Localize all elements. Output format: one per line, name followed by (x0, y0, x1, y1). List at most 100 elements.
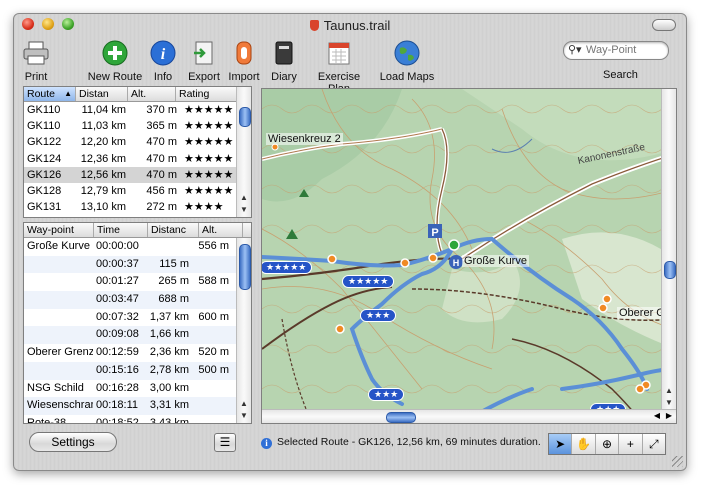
search-input[interactable] (586, 43, 662, 57)
waypoints-scrollbar[interactable]: ▲ ▼ (236, 238, 251, 423)
rating-badge[interactable]: ★★★★★ (342, 275, 395, 288)
table-cell: 456 m (146, 184, 177, 197)
table-cell (193, 256, 233, 274)
time-column-header[interactable]: Time (94, 223, 148, 237)
distance-column-header[interactable]: Distan (76, 87, 128, 101)
arrow-tool-icon[interactable]: ➤ (549, 434, 573, 454)
routes-table[interactable]: Route ▲ Distan Alt. Rating GK110 11,04 km… (23, 86, 252, 218)
table-row[interactable]: GK110 11,03 km 365 m ★★★★★ (24, 118, 251, 134)
scroll-up-arrow-icon[interactable]: ▲ (662, 385, 676, 397)
calendar-icon (324, 38, 354, 68)
hand-tool-icon[interactable]: ✋ (572, 434, 596, 454)
table-row[interactable]: GK122 12,20 km 470 m ★★★★★ (24, 134, 251, 150)
list-view-button[interactable]: ☰ (214, 433, 236, 452)
altitude-column-header[interactable]: Alt. (128, 87, 176, 101)
crosshair-tool-icon[interactable]: + (619, 434, 643, 454)
table-row[interactable]: Große Kurve 00:00:00 556 m (24, 238, 251, 256)
rating-badge[interactable]: ★★★ (360, 309, 397, 322)
waypoint-column-header[interactable]: Way-point (24, 223, 94, 237)
table-row[interactable]: Oberer Grenzw00:12:59 2,36 km 520 m (24, 344, 251, 362)
load-maps-button[interactable]: Load Maps (377, 38, 437, 83)
measure-tool-icon[interactable]: ⤢ (643, 434, 665, 454)
table-row[interactable]: GK126 12,56 km 470 m ★★★★★ (24, 166, 251, 183)
altitude-column-header[interactable]: Alt. (199, 223, 243, 237)
new-route-button[interactable]: New Route (86, 38, 144, 83)
zoom-tool-icon[interactable]: ⊕ (596, 434, 620, 454)
import-icon (229, 38, 259, 68)
table-row[interactable]: GK128 12,79 km 456 m ★★★★★ (24, 183, 251, 199)
table-cell: NSG Schild (27, 381, 84, 394)
info-button[interactable]: i Info (148, 38, 178, 83)
main-window: Taunus.trail Print New Route i Info Expo… (13, 13, 687, 471)
rating-column-header[interactable]: Rating (176, 87, 240, 101)
table-cell: 12,79 km (80, 184, 126, 197)
plus-circle-icon (100, 38, 130, 68)
table-cell: 470 m (146, 152, 177, 165)
toolbar-toggle-button[interactable] (652, 19, 676, 31)
table-row[interactable]: Wiesenschran 00:18:11 3,31 km (24, 397, 251, 415)
table-cell: 556 m (198, 240, 229, 252)
table-cell: 272 m (146, 201, 177, 214)
waypoints-table[interactable]: Way-point Time Distanc Alt. Große Kurve 0… (23, 222, 252, 424)
diary-button[interactable]: Diary (268, 38, 300, 83)
scroll-left-arrow-icon[interactable]: ◀ (654, 411, 660, 420)
table-row[interactable]: 00:15:16 2,78 km 500 m (24, 361, 251, 380)
table-row[interactable]: 00:00:37 115 m (24, 255, 251, 274)
print-button[interactable]: Print (18, 38, 54, 83)
map-label-wiesenkreuz: Wiesenkreuz 2 (266, 133, 343, 145)
export-button[interactable]: Export (184, 38, 224, 83)
table-cell: ★★★★★ (184, 184, 234, 197)
search-field[interactable]: ⚲▾ (563, 41, 669, 60)
table-row[interactable]: 00:09:08 1,66 km (24, 326, 251, 345)
table-row[interactable]: 00:01:27 265 m 588 m (24, 273, 251, 291)
export-label: Export (188, 71, 220, 83)
rating-badge[interactable]: ★★★ (368, 388, 405, 401)
table-cell (24, 309, 93, 327)
settings-button[interactable]: Settings (29, 432, 117, 452)
map-vertical-scrollbar[interactable]: ▲ ▼ (661, 89, 676, 410)
table-row[interactable]: GK131 13,10 km 272 m ★★★★ (24, 199, 251, 215)
map-horizontal-scrollbar[interactable]: ◀ ▶ (262, 409, 676, 423)
map-hscroll-thumb[interactable] (386, 412, 416, 423)
table-cell: Oberer Grenzw (27, 346, 93, 359)
info-icon: i (148, 38, 178, 68)
table-cell: 470 m (146, 168, 177, 181)
route-column-header[interactable]: Route ▲ (24, 87, 76, 101)
scroll-up-arrow-icon[interactable]: ▲ (237, 398, 251, 410)
table-cell: 520 m (198, 346, 229, 359)
routes-scroll-thumb[interactable] (239, 107, 251, 127)
waypoints-scroll-thumb[interactable] (239, 244, 251, 290)
scroll-down-arrow-icon[interactable]: ▼ (237, 204, 251, 216)
resize-grip[interactable] (672, 456, 683, 467)
table-row[interactable]: GK124 12,36 km 470 m ★★★★★ (24, 151, 251, 167)
map-vscroll-thumb[interactable] (664, 261, 676, 279)
map-view[interactable]: P H Wiesenkreuz 2 Kanonenstraße Große Ku… (261, 88, 677, 424)
table-cell (24, 256, 93, 274)
scroll-down-arrow-icon[interactable]: ▼ (662, 397, 676, 409)
scroll-up-arrow-icon[interactable]: ▲ (237, 192, 251, 204)
svg-text:H: H (453, 258, 460, 268)
table-cell: 13,10 km (80, 201, 126, 214)
table-cell (193, 326, 233, 344)
distance-column-header[interactable]: Distanc (148, 223, 199, 237)
table-row[interactable]: 00:07:32 1,37 km 600 m (24, 309, 251, 327)
scroll-down-arrow-icon[interactable]: ▼ (237, 410, 251, 422)
table-cell: ★★★★ (184, 201, 224, 214)
table-cell: 1,37 km (149, 310, 189, 323)
table-cell: ★★★★★ (184, 104, 234, 116)
table-row[interactable]: 00:03:47 688 m (24, 291, 251, 309)
table-cell: 470 m (146, 136, 177, 149)
table-row[interactable]: GK110 11,04 km 370 m ★★★★★ (24, 102, 251, 118)
scroll-right-arrow-icon[interactable]: ▶ (666, 411, 672, 420)
table-cell (193, 397, 233, 415)
table-cell: GK110 (27, 120, 61, 133)
info-label: Info (153, 71, 173, 83)
rating-badge[interactable]: ★★★★★ (262, 261, 313, 274)
table-row[interactable]: NSG Schild 00:16:28 3,00 km (24, 380, 251, 398)
import-button[interactable]: Import (226, 38, 262, 83)
exercise-plan-button[interactable]: Exercise Plan (306, 38, 372, 95)
table-cell: 11,04 km (81, 104, 126, 116)
routes-scrollbar[interactable]: ▲ ▼ (236, 87, 251, 217)
status-text: Selected Route - GK126, 12,56 km, 69 min… (277, 436, 541, 448)
table-row[interactable]: Rote-38 00:18:52 3,43 km (24, 415, 251, 423)
